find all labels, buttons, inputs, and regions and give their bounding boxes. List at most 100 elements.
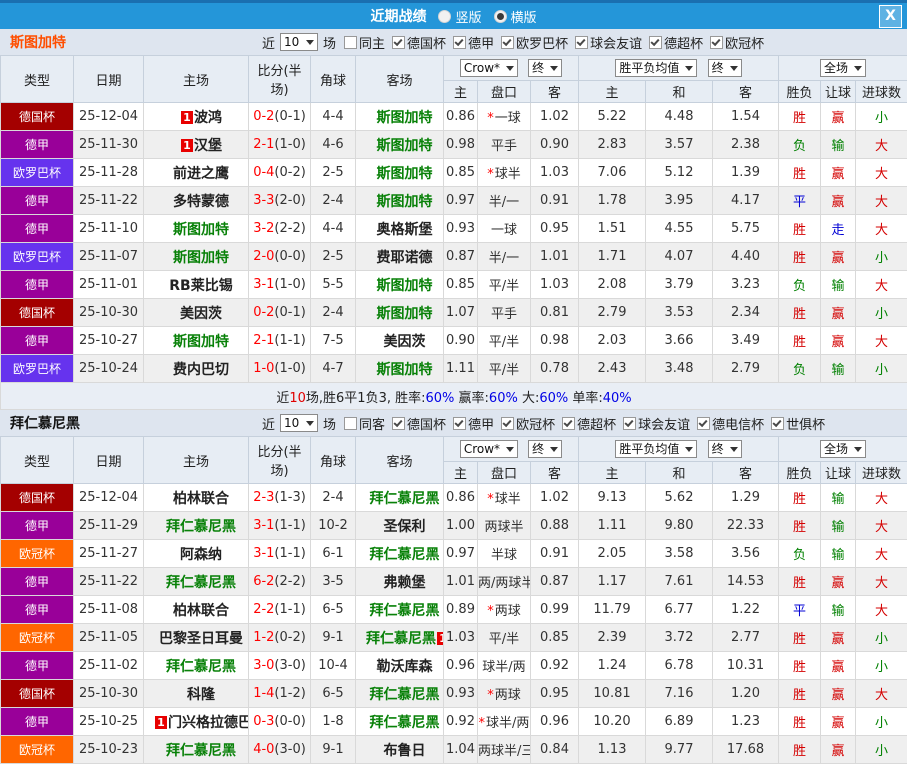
corners-cell: 9-1 [311,624,356,652]
league-checkbox[interactable] [501,36,514,49]
home-team-cell: 多特蒙德 [144,187,249,215]
league-label[interactable]: 球会友谊 [638,414,690,433]
games-label: 场 [323,414,336,433]
handicap-cell: 平/半 [478,355,531,383]
league-label[interactable]: 世俱杯 [786,414,825,433]
chevron-down-icon [306,421,314,426]
result-wl-cell: 平 [779,187,821,215]
result-wl-cell: 胜 [779,568,821,596]
team-label: 前进之鹰 [173,166,229,182]
scope-select[interactable]: 全场 [820,440,866,458]
corners-cell: 2-4 [311,484,356,512]
league-checkbox[interactable] [392,417,405,430]
league-label[interactable]: 德电信杯 [712,414,764,433]
horizontal-radio-label[interactable]: 横版 [511,7,537,26]
score-cell: 2-3(1-3) [249,484,311,512]
horizontal-radio-icon[interactable] [494,10,507,23]
league-type-cell: 欧罗巴杯 [1,243,74,271]
odds-time-select[interactable]: 终 [528,440,562,458]
league-label[interactable]: 德甲 [468,33,494,52]
match-count-select[interactable]: 10 [280,33,318,51]
away-odds-cell: 1.02 [531,103,579,131]
same-home-checkbox[interactable] [344,36,357,49]
col-header: 类型 [1,56,74,103]
col-header: 客 [531,81,579,103]
league-label[interactable]: 德甲 [468,414,494,433]
away-odds-cell: 0.84 [531,736,579,764]
result-wl-cell: 胜 [779,215,821,243]
league-label[interactable]: 球会友谊 [590,33,642,52]
fulltime-score: 3-3 [253,193,274,208]
vertical-radio-icon[interactable] [438,10,451,23]
league-checkbox[interactable] [710,36,723,49]
league-checkbox[interactable] [649,36,662,49]
vertical-radio-label[interactable]: 竖版 [455,7,481,26]
section-bayern: 拜仁慕尼黑 近 10 场 同客 德国杯德甲欧冠杯德超杯球会友谊德电信杯世俱杯 类… [0,410,907,764]
lose-odds-cell: 3.49 [713,327,779,355]
avg-odds-select[interactable]: 胜平负均值 [615,59,697,77]
league-checkbox[interactable] [575,36,588,49]
league-checkbox[interactable] [501,417,514,430]
win-odds-cell: 2.08 [579,271,646,299]
score-cell: 1-2(0-2) [249,624,311,652]
league-label[interactable]: 德超杯 [577,414,616,433]
league-checkbox[interactable] [623,417,636,430]
league-label[interactable]: 德国杯 [407,33,446,52]
handicap-cell: 平/半 [478,327,531,355]
team-label: 圣保利 [384,519,426,535]
draw-odds-cell: 3.66 [646,327,713,355]
odds-company-select[interactable]: Crow* [460,59,518,77]
odds-time-select[interactable]: 终 [528,59,562,77]
avg-odds-select[interactable]: 胜平负均值 [615,440,697,458]
close-icon[interactable]: X [879,5,902,28]
result-handicap-cell: 赢 [821,243,856,271]
halftime-score: (1-0) [274,361,305,376]
league-checkbox[interactable] [562,417,575,430]
fulltime-score: 0-2 [253,109,274,124]
league-label[interactable]: 欧冠杯 [516,414,555,433]
away-odds-cell: 0.85 [531,624,579,652]
match-date-cell: 25-10-24 [74,355,144,383]
league-checkbox[interactable] [453,417,466,430]
lose-odds-cell: 2.34 [713,299,779,327]
league-checkbox[interactable] [392,36,405,49]
odds-company-select[interactable]: Crow* [460,440,518,458]
result-wl-cell: 负 [779,131,821,159]
league-checkbox[interactable] [771,417,784,430]
scope-select[interactable]: 全场 [820,59,866,77]
result-handicap-cell: 赢 [821,299,856,327]
league-checkbox[interactable] [697,417,710,430]
lose-odds-cell: 4.40 [713,243,779,271]
league-label[interactable]: 欧冠杯 [725,33,764,52]
league-type-cell: 德国杯 [1,484,74,512]
away-team-cell: 拜仁慕尼黑1 [356,624,444,652]
result-handicap-cell: 输 [821,355,856,383]
match-count-select[interactable]: 10 [280,414,318,432]
same-home-label[interactable]: 同主 [359,33,385,52]
summary-text: 60% [539,391,568,406]
avg-time-select[interactable]: 终 [708,59,742,77]
col-header: 胜负 [779,462,821,484]
draw-odds-cell: 9.77 [646,736,713,764]
same-away-label[interactable]: 同客 [359,414,385,433]
avg-time-select[interactable]: 终 [708,440,742,458]
away-team-cell: 拜仁慕尼黑 [356,680,444,708]
result-wl-cell: 胜 [779,103,821,131]
draw-odds-cell: 6.89 [646,708,713,736]
away-team-cell: 费耶诺德 [356,243,444,271]
league-label[interactable]: 德国杯 [407,414,446,433]
team-label: 汉堡 [194,138,222,154]
team-label: 柏林联合 [173,603,229,619]
halftime-score: (1-2) [274,686,305,701]
lose-odds-cell: 2.38 [713,131,779,159]
league-label[interactable]: 欧罗巴杯 [516,33,568,52]
handicap-cell: 球半/两 [478,652,531,680]
corners-cell: 10-2 [311,512,356,540]
corners-cell: 9-1 [311,736,356,764]
same-away-checkbox[interactable] [344,417,357,430]
league-checkbox[interactable] [453,36,466,49]
lose-odds-cell: 2.79 [713,355,779,383]
match-row: 德甲25-11-10斯图加特3-2(2-2)4-4奥格斯堡0.93一球0.951… [1,215,907,243]
team-label: 拜仁慕尼黑 [166,575,236,591]
league-label[interactable]: 德超杯 [664,33,703,52]
